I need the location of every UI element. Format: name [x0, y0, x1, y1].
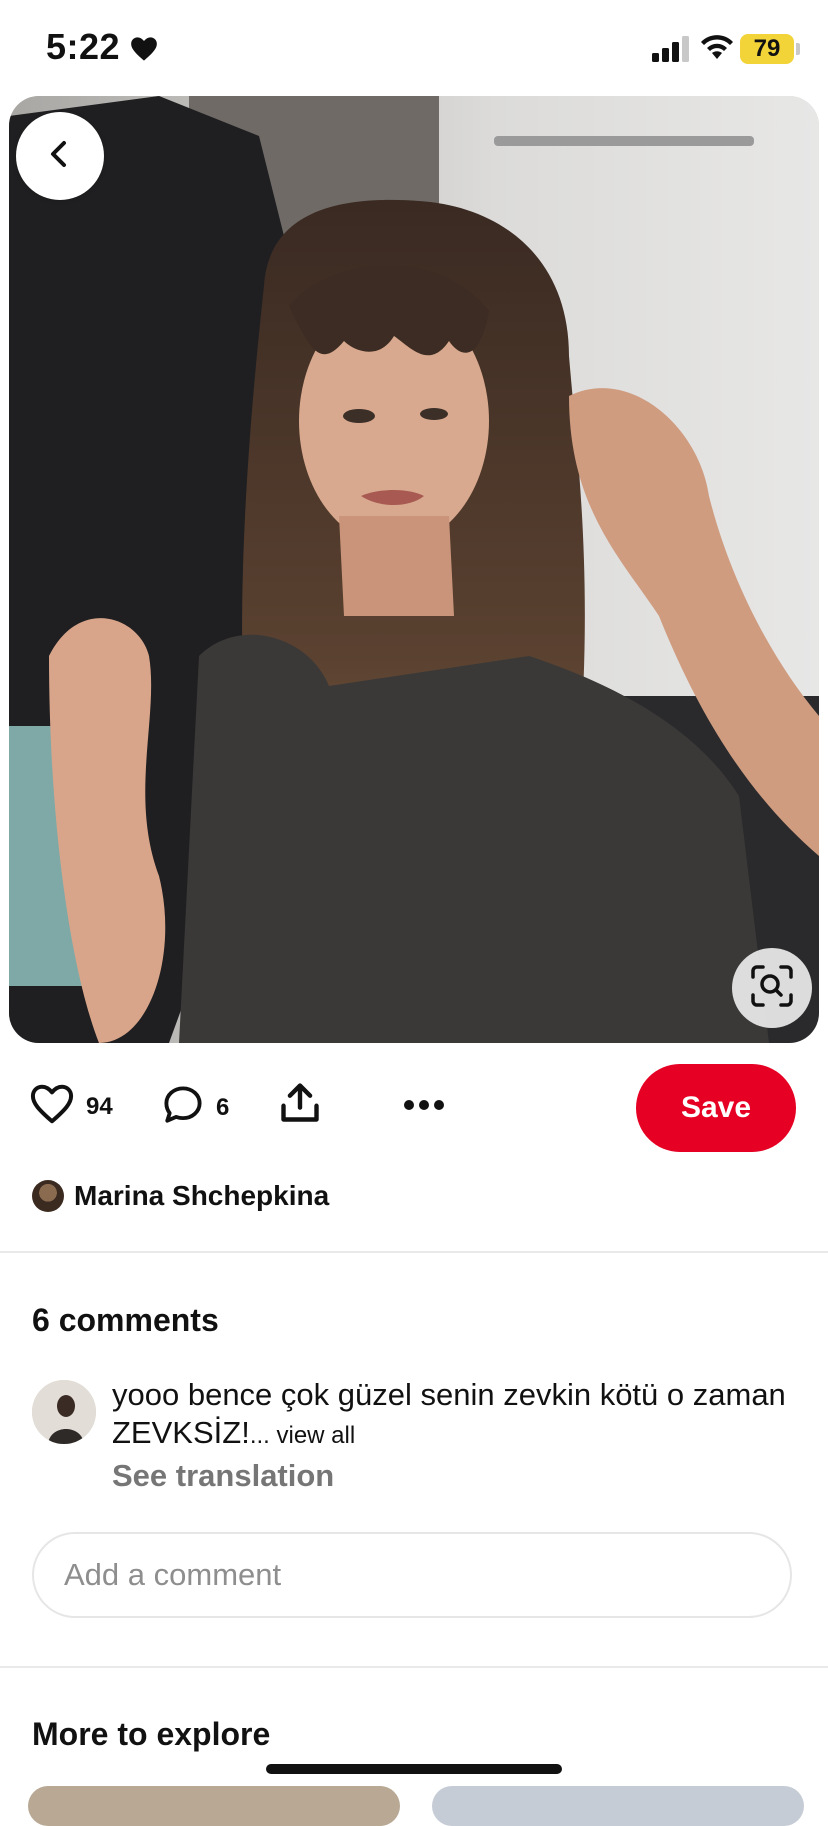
back-button[interactable]	[16, 112, 104, 200]
like-count: 94	[86, 1092, 113, 1120]
home-indicator[interactable]	[266, 1764, 562, 1774]
like-button[interactable]: 94	[30, 1084, 113, 1129]
creator-row[interactable]: Marina Shchepkina	[32, 1180, 329, 1212]
see-translation-link[interactable]: See translation	[112, 1458, 334, 1494]
comment-count: 6	[216, 1093, 230, 1121]
commenter-avatar[interactable]	[32, 1380, 96, 1444]
more-to-explore-title: More to explore	[32, 1716, 271, 1752]
divider	[0, 1251, 828, 1253]
save-button[interactable]: Save	[636, 1064, 796, 1152]
creator-name[interactable]: Marina Shchepkina	[74, 1180, 329, 1212]
explore-pin-card[interactable]	[432, 1786, 804, 1826]
back-icon	[45, 139, 75, 174]
view-all-link[interactable]: view all	[276, 1422, 355, 1449]
add-comment-input[interactable]	[32, 1532, 792, 1618]
share-icon	[278, 1080, 322, 1131]
heart-icon	[30, 1084, 74, 1129]
wifi-icon	[700, 32, 734, 65]
status-bar: 5:22 79	[0, 0, 828, 96]
comment-body: yooo bence çok güzel senin zevkin kötü o…	[112, 1377, 786, 1450]
pin-image[interactable]	[9, 96, 819, 1043]
heart-status-icon	[130, 36, 158, 67]
divider	[0, 1666, 828, 1668]
explore-pin-card[interactable]	[28, 1786, 400, 1826]
battery-cap	[796, 43, 800, 55]
comment-text: yooo bence çok güzel senin zevkin kötü o…	[112, 1376, 802, 1455]
more-icon	[402, 1098, 446, 1117]
signal-icon	[652, 36, 690, 67]
battery-level: 79	[740, 34, 794, 64]
more-options-button[interactable]	[402, 1098, 446, 1117]
status-time: 5:22	[46, 26, 121, 67]
comments-title: 6 comments	[32, 1302, 219, 1338]
comment-icon	[162, 1084, 204, 1131]
creator-avatar[interactable]	[32, 1180, 64, 1212]
share-button[interactable]	[278, 1080, 322, 1131]
visual-search-icon	[750, 964, 794, 1013]
visual-search-button[interactable]	[732, 948, 812, 1028]
comment-ellipsis: ...	[249, 1422, 277, 1449]
comment-button[interactable]: 6	[162, 1084, 229, 1131]
